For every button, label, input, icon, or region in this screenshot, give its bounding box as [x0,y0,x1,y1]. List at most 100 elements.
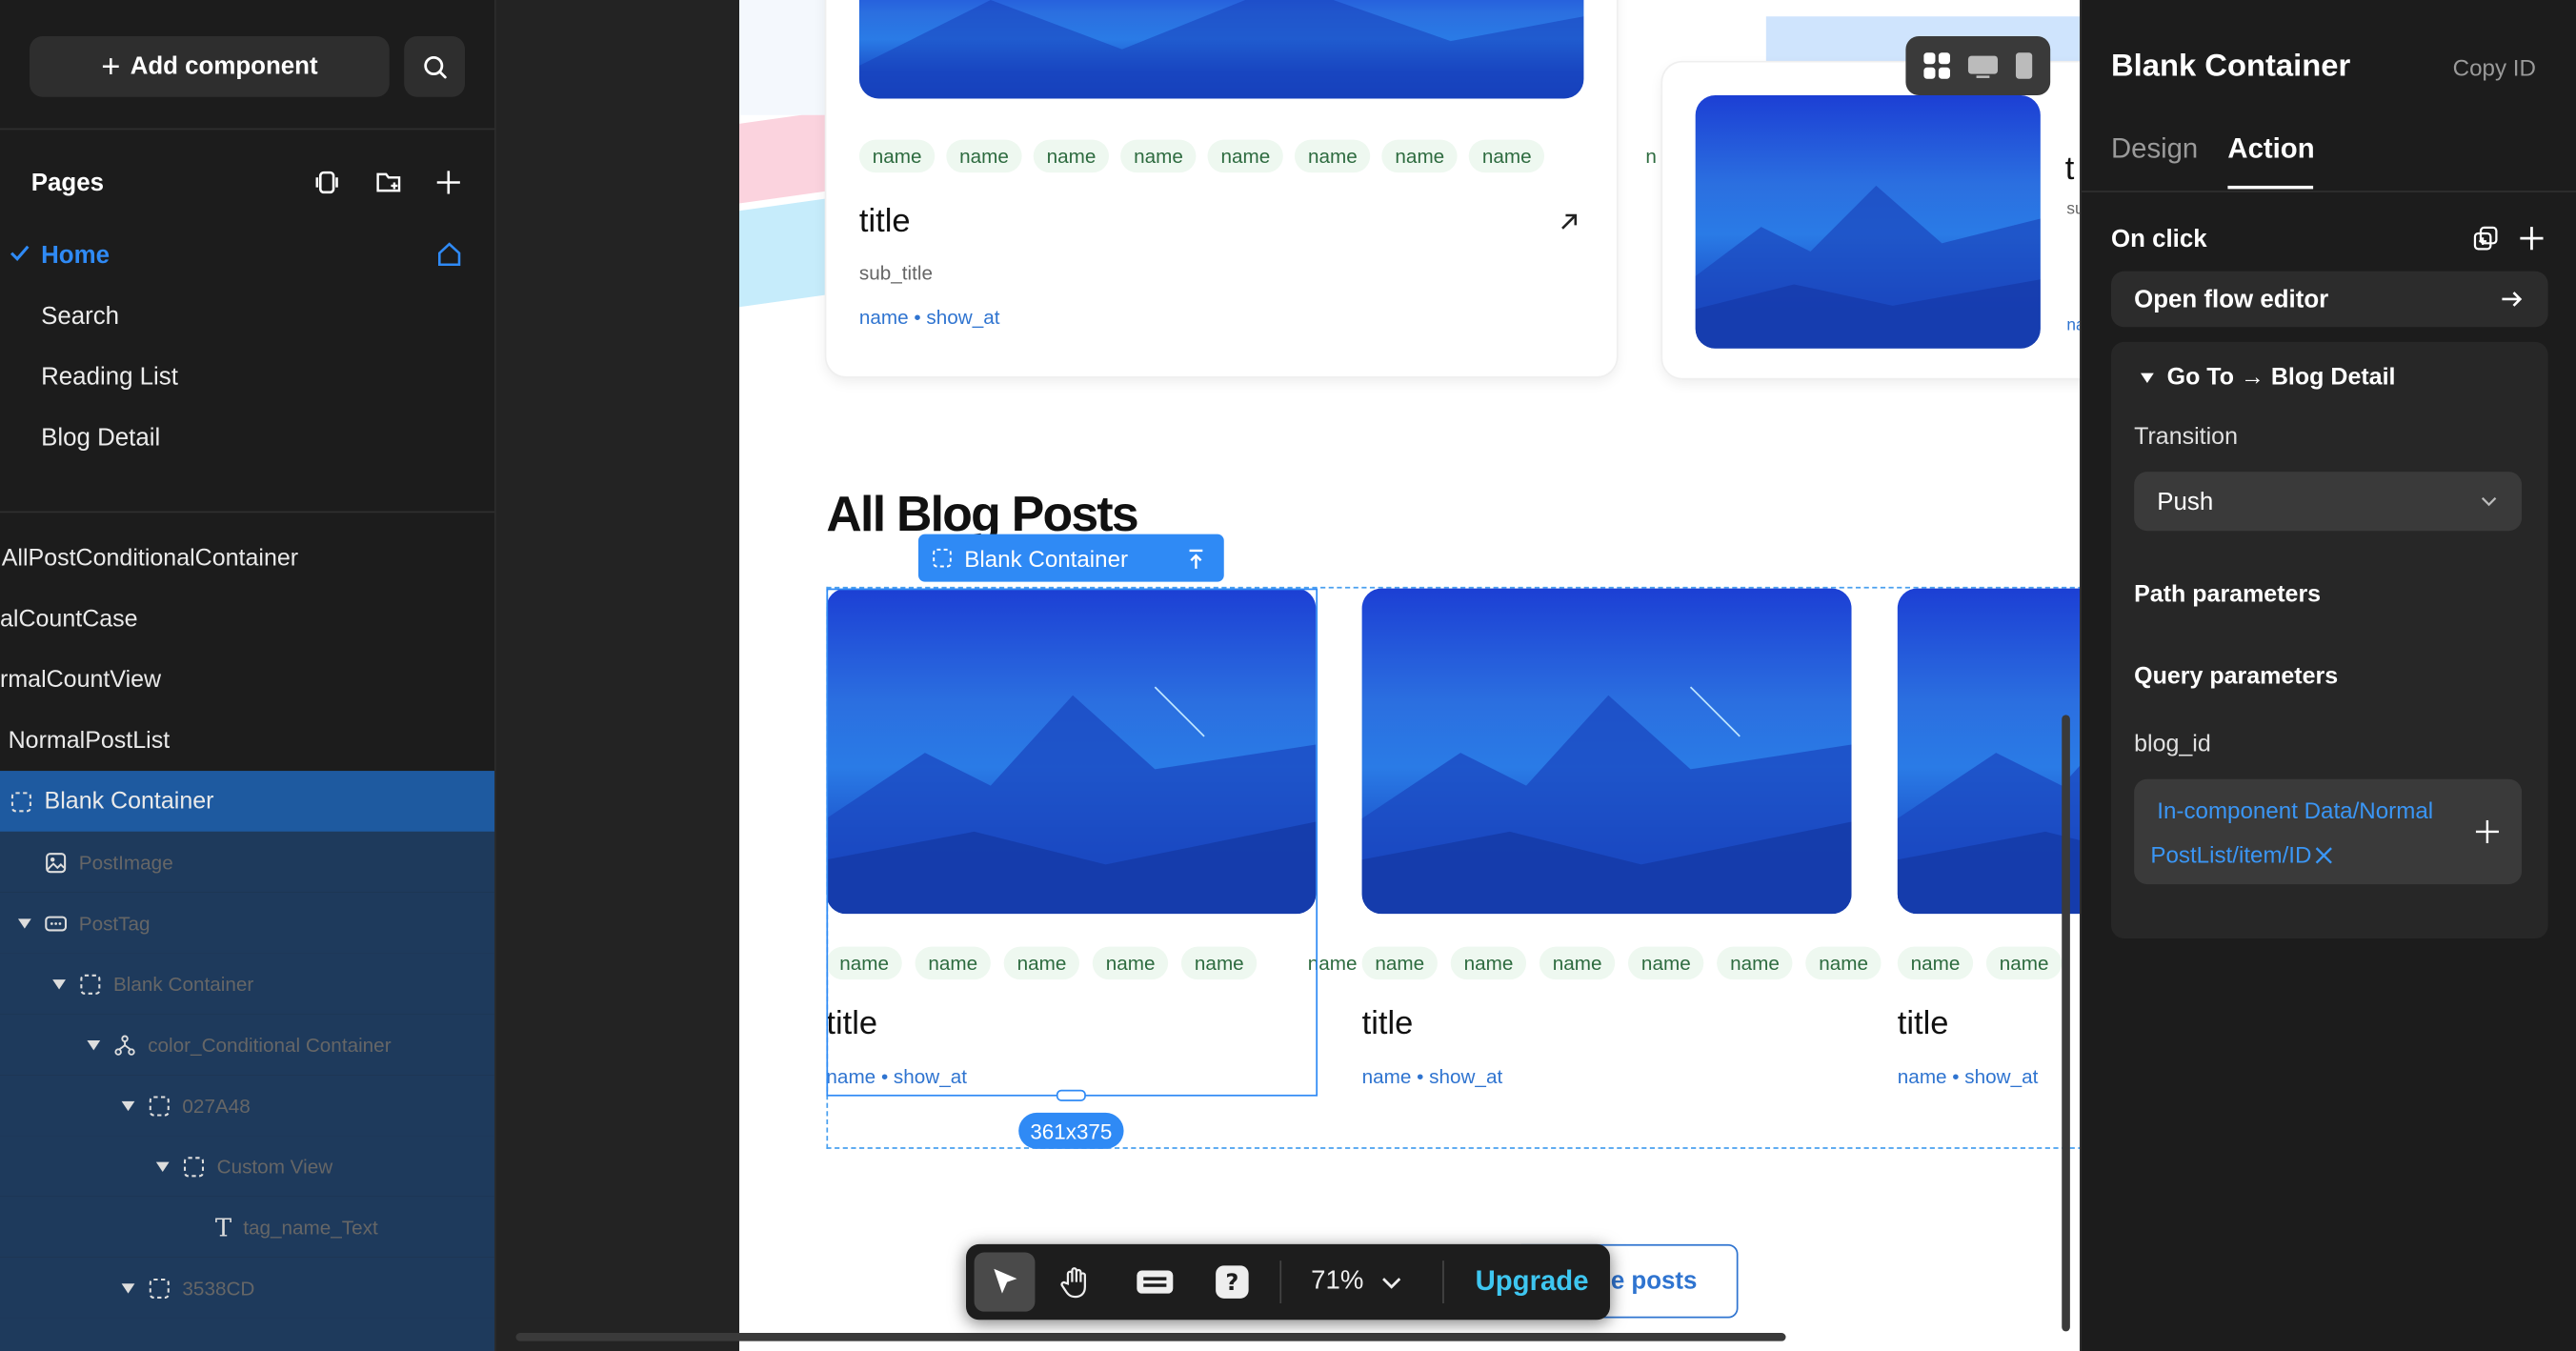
transition-select[interactable]: Push [2134,472,2523,532]
add-page-icon[interactable] [433,166,465,199]
hand-tool-button[interactable] [1052,1259,1101,1304]
tag-row: name name name name name name [1361,946,1882,980]
clear-icon[interactable] [2315,846,2333,864]
open-flow-editor-label: Open flow editor [2134,285,2329,313]
card-meta: name • show_at [1897,1064,2039,1089]
comment-tool-button[interactable] [1130,1259,1179,1304]
post-tag: name [1381,139,1459,173]
search-icon [423,55,446,78]
expand-triangle-icon[interactable] [121,1099,135,1111]
open-flow-editor-button[interactable]: Open flow editor [2110,271,2548,328]
collapse-action-toggle[interactable]: Go To → Blog Detail [2141,365,2395,392]
layer-label: PostImage [78,850,173,874]
layer-item[interactable]: 027A48 [0,1075,495,1137]
layer-item[interactable] [0,1318,495,1351]
post-tag: name [946,139,1022,173]
layer-item[interactable]: PostImage [0,831,495,893]
resize-handle[interactable] [1056,1089,1086,1101]
card-title: title [858,203,911,240]
layer-label: AllPostConditionalContainer [1,544,299,572]
post-card[interactable]: name name title name • show_at [1897,588,2081,1099]
help-button[interactable]: ? [1208,1259,1258,1304]
layer-item[interactable]: color_Conditional Container [0,1014,495,1076]
layer-label: rmalCountView [0,666,162,694]
dashed-box-icon [80,973,101,994]
post-tag: name [1469,139,1545,173]
expand-triangle-icon[interactable] [17,917,31,928]
selection-label[interactable]: Blank Container [917,534,1224,582]
horizontal-scrollbar[interactable] [515,1333,1786,1341]
expand-triangle-icon [2141,373,2154,383]
post-tag: name [1717,946,1793,980]
arrow-up-right-icon[interactable] [1558,211,1580,233]
featured-card[interactable]: t su na [1662,62,2081,378]
zoom-select[interactable]: 71% [1311,1244,1403,1320]
post-tag: name [1628,946,1704,980]
select-tool-button[interactable] [974,1252,1036,1312]
dashed-box-icon [183,1156,205,1177]
canvas[interactable]: name name name name name name name name … [495,0,2081,1351]
svg-text:?: ? [1225,1269,1238,1296]
layer-item[interactable]: alCountCase [0,589,494,650]
grid-icon[interactable] [1922,50,1952,80]
page-item-home[interactable]: Home [41,242,110,270]
expand-triangle-icon[interactable] [121,1282,135,1293]
help-icon: ? [1216,1265,1249,1299]
page-frame-icon[interactable] [311,166,343,199]
expand-triangle-icon[interactable] [52,978,66,989]
upgrade-button[interactable]: Upgrade [1476,1265,1589,1299]
layer-item[interactable]: PostTag [0,892,495,954]
tab-action[interactable]: Action [2227,133,2314,167]
param-value-field[interactable]: In-component Data/Normal PostList/item/I… [2134,778,2523,885]
select-parent-icon[interactable] [1184,547,1207,570]
add-component-label: Add component [130,52,318,81]
tag-row: name name name name name name name name [858,139,1545,173]
card-subtitle: su [2066,200,2080,219]
featured-card[interactable]: name name name name name name name name … [826,0,1617,377]
layer-item[interactable]: Blank Container [0,953,495,1015]
layer-item[interactable]: rmalCountView [0,649,494,710]
expand-triangle-icon[interactable] [87,1039,101,1050]
layer-item[interactable]: 3538CD [0,1257,495,1319]
layer-item[interactable]: Custom View [0,1136,495,1197]
expand-triangle-icon[interactable] [155,1160,170,1172]
layer-label: alCountCase [0,605,138,633]
right-panel: Blank Container Copy ID Design Action On… [2080,0,2576,1351]
layer-label: Custom View [216,1154,333,1179]
post-tag: name [1207,139,1284,173]
divider [2081,191,2576,192]
add-param-icon[interactable] [2475,819,2499,843]
layer-item-selected[interactable]: Blank Container [0,771,495,832]
post-tag: name [858,139,936,173]
mobile-icon[interactable] [2014,50,2034,80]
page-item-search[interactable]: Search [41,302,119,330]
desktop-icon[interactable] [1966,52,1999,79]
post-image [1897,588,2081,915]
zoom-value: 71% [1311,1267,1364,1296]
layer-item[interactable]: NormalPostList [0,710,494,771]
tab-design[interactable]: Design [2111,133,2198,167]
vertical-scrollbar[interactable] [2062,715,2070,1332]
layer-label: NormalPostList [8,727,171,754]
post-tag: name [1539,946,1616,980]
page-item-blog-detail[interactable]: Blog Detail [41,424,160,452]
layer-label: Blank Container [112,972,254,996]
image-icon [46,852,67,873]
post-card[interactable]: name name name name name name title name… [1361,588,1882,1099]
copy-id-button[interactable]: Copy ID [2453,54,2536,81]
card-title: t [2064,151,2075,188]
copy-action-icon[interactable] [2472,225,2499,252]
add-component-button[interactable]: + Add component [30,35,390,97]
layer-item[interactable]: AllPostConditionalContainer [0,528,494,589]
page-item-reading-list[interactable]: Reading List [41,363,178,391]
post-tag: name [1120,139,1197,173]
add-folder-icon[interactable] [372,166,404,199]
device-toggle[interactable] [1905,35,2051,96]
layer-label: 3538CD [182,1276,255,1300]
layer-item[interactable]: T tag_name_Text [0,1196,495,1258]
layer-label: color_Conditional Container [148,1033,392,1057]
divider [1279,1260,1282,1304]
add-action-icon[interactable] [2519,225,2546,252]
selection-outline[interactable] [826,588,1318,1097]
search-button[interactable] [404,35,466,97]
